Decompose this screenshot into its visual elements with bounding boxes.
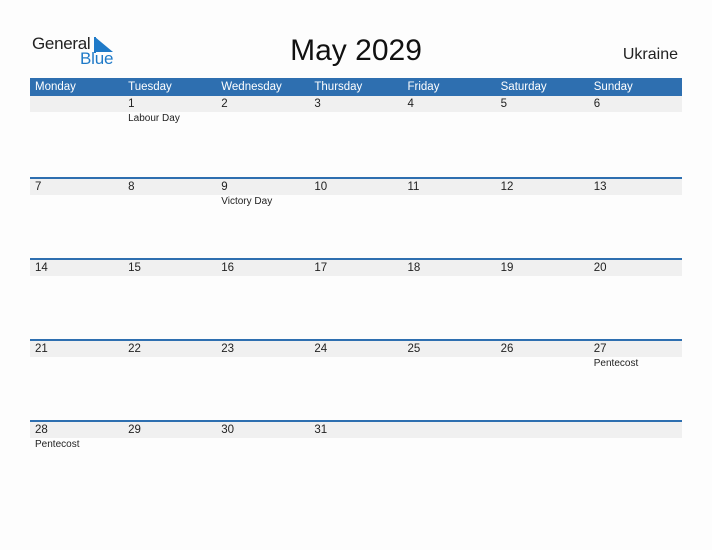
holiday-label bbox=[403, 112, 496, 126]
events-area: Victory Day bbox=[30, 195, 682, 209]
weekday-tuesday: Tuesday bbox=[128, 81, 172, 93]
day-number: 14 bbox=[35, 261, 48, 274]
holiday-label bbox=[123, 195, 216, 209]
day-number: 9 bbox=[221, 180, 228, 193]
holiday-label: Pentecost bbox=[35, 438, 80, 450]
day-number: 30 bbox=[221, 423, 235, 436]
weekday-thursday: Thursday bbox=[314, 81, 363, 93]
day-number: 2 bbox=[221, 98, 228, 110]
day-number bbox=[496, 422, 589, 438]
day-number: 31 bbox=[314, 423, 328, 436]
holiday-label bbox=[309, 195, 402, 209]
holiday-label bbox=[589, 195, 682, 209]
holiday-label bbox=[403, 438, 496, 452]
day-number: 25 bbox=[407, 342, 421, 355]
day-number: 28 bbox=[35, 423, 48, 436]
weekday-monday: Monday bbox=[35, 81, 76, 93]
day-number: 8 bbox=[128, 180, 135, 193]
day-number bbox=[30, 96, 123, 112]
holiday-label bbox=[216, 357, 309, 371]
weekday-friday: Friday bbox=[407, 81, 440, 93]
date-strip: 1 2 3 4 5 6 bbox=[30, 96, 682, 112]
day-number: 24 bbox=[314, 342, 328, 355]
holiday-label: Victory Day bbox=[221, 195, 273, 207]
day-number: 26 bbox=[500, 342, 514, 355]
weekday-wednesday: Wednesday bbox=[221, 81, 282, 93]
day-number: 13 bbox=[593, 180, 607, 193]
date-strip: 14 15 16 17 18 19 20 bbox=[30, 259, 682, 276]
day-number: 12 bbox=[500, 180, 514, 193]
holiday-label bbox=[496, 438, 589, 452]
day-number: 17 bbox=[314, 261, 328, 274]
weeks-container: 1 2 3 4 5 6 Labour Day 7 8 9 10 11 12 13 Victory Day 14… bbox=[30, 96, 682, 501]
weekday-sunday: Sunday bbox=[593, 81, 633, 93]
day-number: 1 bbox=[128, 98, 135, 110]
holiday-label bbox=[496, 357, 589, 371]
week-row: 21 22 23 24 25 26 27 Pentecost bbox=[30, 339, 682, 420]
country-label: Ukraine bbox=[622, 46, 678, 63]
events-area: Pentecost bbox=[30, 438, 682, 452]
holiday-label bbox=[403, 195, 496, 209]
holiday-label bbox=[403, 357, 496, 371]
day-number: 10 bbox=[314, 180, 328, 193]
day-number: 19 bbox=[500, 261, 514, 274]
day-number: 15 bbox=[128, 261, 141, 274]
day-number: 29 bbox=[128, 423, 141, 436]
holiday-label bbox=[30, 112, 123, 126]
day-number: 7 bbox=[35, 180, 42, 193]
weekday-header: Monday Tuesday Wednesday Thursday Friday… bbox=[30, 78, 682, 96]
holiday-label bbox=[589, 112, 682, 126]
holiday-label bbox=[123, 438, 216, 452]
day-number: 11 bbox=[407, 180, 420, 193]
holiday-label bbox=[589, 438, 682, 452]
date-strip: 28 29 30 31 bbox=[30, 421, 682, 438]
calendar-title: May 2029 bbox=[290, 34, 422, 67]
day-number: 20 bbox=[593, 261, 607, 274]
date-strip: 7 8 9 10 11 12 13 bbox=[30, 178, 682, 195]
holiday-label: Pentecost bbox=[593, 357, 639, 369]
day-number: 21 bbox=[35, 342, 48, 355]
holiday-label bbox=[216, 438, 309, 452]
holiday-label bbox=[496, 112, 589, 126]
holiday-label bbox=[309, 438, 402, 452]
day-number: 6 bbox=[593, 98, 601, 110]
events-area: Pentecost bbox=[30, 357, 682, 371]
day-number: 16 bbox=[221, 261, 235, 274]
date-strip: 21 22 23 24 25 26 27 bbox=[30, 340, 682, 357]
holiday-label bbox=[496, 195, 589, 209]
week-row: 14 15 16 17 18 19 20 bbox=[30, 258, 682, 339]
day-number: 22 bbox=[128, 342, 141, 355]
week-row: 1 2 3 4 5 6 Labour Day bbox=[30, 96, 682, 177]
holiday-label bbox=[30, 195, 123, 209]
holiday-label bbox=[216, 112, 309, 126]
day-number: 4 bbox=[407, 98, 414, 110]
day-number: 18 bbox=[407, 261, 421, 274]
holiday-label bbox=[30, 357, 123, 371]
week-row: 28 29 30 31 Pentecost bbox=[30, 420, 682, 501]
week-row: 7 8 9 10 11 12 13 Victory Day bbox=[30, 177, 682, 258]
holiday-label: Labour Day bbox=[128, 113, 180, 124]
day-number: 27 bbox=[593, 342, 607, 355]
day-number: 5 bbox=[500, 98, 508, 110]
weekday-saturday: Saturday bbox=[500, 81, 547, 93]
holiday-label bbox=[309, 112, 402, 126]
holiday-label bbox=[309, 357, 402, 371]
holiday-label bbox=[123, 357, 216, 371]
day-number: 23 bbox=[221, 342, 235, 355]
day-number bbox=[403, 422, 496, 438]
day-number: 3 bbox=[314, 98, 321, 110]
day-number bbox=[589, 422, 682, 438]
events-area: Labour Day bbox=[30, 112, 682, 126]
calendar-grid: Monday Tuesday Wednesday Thursday Friday… bbox=[30, 78, 682, 501]
